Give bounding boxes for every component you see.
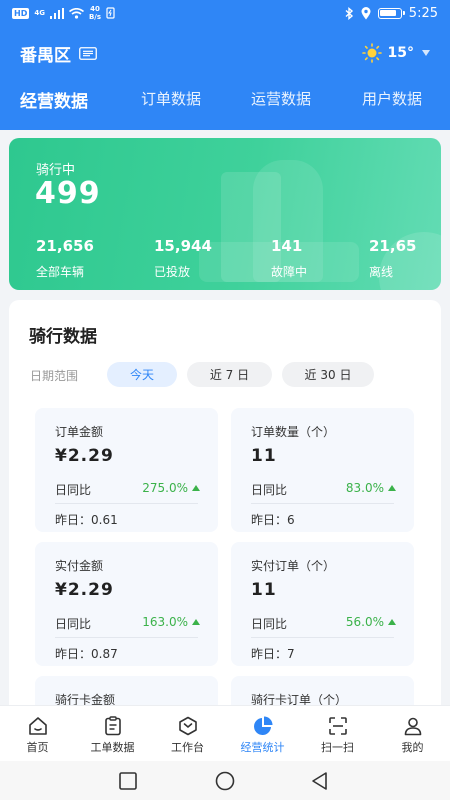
- location-icon: [361, 6, 371, 19]
- section-title: 骑行数据: [29, 327, 97, 347]
- tab-user-data[interactable]: 用户数据: [362, 88, 422, 109]
- nav-scan[interactable]: 扫一扫: [300, 706, 375, 762]
- stat-label: 全部车辆: [36, 265, 85, 279]
- nav-workbench[interactable]: 工作台: [150, 706, 225, 762]
- stat-all-vehicles[interactable]: 21,656 全部车辆: [36, 237, 94, 280]
- metric-value: 11: [251, 580, 277, 600]
- stat-deployed[interactable]: 15,944 已投放: [154, 237, 212, 280]
- nav-label: 经营统计: [240, 741, 285, 754]
- metric-label: 订单数量（个）: [251, 425, 336, 439]
- tab-operation-data[interactable]: 运营数据: [251, 88, 311, 109]
- riding-count: 499: [35, 176, 101, 211]
- divider: [251, 637, 394, 638]
- bottom-navigation: 首页 工单数据 工作台 经营统计 扫一扫 我的: [0, 705, 450, 761]
- app-header: HD 4G 40 B/s 5:25 番禺区 15° 经营数据 订单数据 运营数据…: [0, 0, 450, 130]
- arrow-up-icon: [192, 485, 200, 491]
- range-today-button[interactable]: 今天: [107, 362, 177, 387]
- nav-label: 我的: [401, 741, 424, 754]
- metric-paid-amount[interactable]: 实付金额 ¥2.29 日同比 163.0% 昨日：0.87: [35, 542, 218, 666]
- range-30-days-button[interactable]: 近 30 日: [282, 362, 374, 387]
- range-7-days-button[interactable]: 近 7 日: [187, 362, 272, 387]
- riding-summary-card: 骑行中 499 21,656 全部车辆 15,944 已投放 141 故障中 2…: [9, 138, 441, 290]
- arrow-up-icon: [192, 619, 200, 625]
- chevron-down-icon: [422, 50, 430, 56]
- sun-icon: [361, 43, 382, 63]
- metric-compare-label: 日同比: [251, 617, 288, 631]
- back-icon[interactable]: [309, 770, 331, 792]
- metric-label: 实付金额: [55, 559, 104, 573]
- wifi-icon: [68, 7, 84, 19]
- metric-compare-label: 日同比: [55, 617, 92, 631]
- top-tabs: 经营数据 订单数据 运营数据 用户数据: [0, 88, 450, 124]
- temperature: 15°: [387, 45, 414, 61]
- stat-label: 已投放: [154, 265, 191, 279]
- metric-previous: 昨日：7: [251, 647, 295, 661]
- metric-compare-value: 163.0%: [142, 615, 200, 629]
- metric-compare-value: 275.0%: [142, 481, 200, 495]
- metric-compare-value: 83.0%: [346, 481, 396, 495]
- nav-work-orders[interactable]: 工单数据: [75, 706, 150, 762]
- user-icon: [404, 717, 421, 736]
- metric-compare-label: 日同比: [55, 483, 92, 497]
- stat-value: 15,944: [154, 237, 212, 255]
- nav-business-stats[interactable]: 经营统计: [225, 706, 300, 762]
- metric-previous: 昨日：0.61: [55, 513, 118, 527]
- clipboard-icon: [104, 716, 121, 736]
- home-button-icon[interactable]: [214, 770, 236, 792]
- metric-paid-orders[interactable]: 实付订单（个） 11 日同比 56.0% 昨日：7: [231, 542, 414, 666]
- list-icon[interactable]: [79, 46, 97, 60]
- nav-home[interactable]: 首页: [0, 706, 75, 762]
- arrow-up-icon: [388, 485, 396, 491]
- stat-faulty[interactable]: 141 故障中: [271, 237, 307, 280]
- tab-business-data[interactable]: 经营数据: [20, 87, 88, 112]
- metric-previous: 昨日：6: [251, 513, 295, 527]
- status-bar: HD 4G 40 B/s 5:25: [0, 0, 450, 26]
- stat-value: 21,656: [36, 237, 94, 255]
- tab-order-data[interactable]: 订单数据: [141, 88, 201, 109]
- metric-order-amount[interactable]: 订单金额 ¥2.29 日同比 275.0% 昨日：0.61: [35, 408, 218, 532]
- scan-icon: [328, 717, 347, 735]
- divider: [251, 503, 394, 504]
- stat-value: 141: [271, 237, 303, 255]
- metric-value: 11: [251, 446, 277, 466]
- signal-icon: [49, 7, 64, 19]
- net-speed: 40 B/s: [88, 5, 102, 21]
- metric-label: 订单金额: [55, 425, 104, 439]
- stat-value: 21,65: [369, 237, 417, 255]
- stat-label: 离线: [369, 265, 394, 279]
- nav-label: 工作台: [171, 741, 204, 754]
- date-range-label: 日期范围: [30, 369, 79, 383]
- metric-value: ¥2.29: [55, 580, 114, 600]
- clock: 5:25: [408, 5, 438, 21]
- weather-widget[interactable]: 15°: [361, 43, 430, 63]
- network-type: 4G: [34, 9, 45, 17]
- nav-mine[interactable]: 我的: [375, 706, 450, 762]
- workbench-icon: [178, 716, 197, 736]
- metric-value: ¥2.29: [55, 446, 114, 466]
- metric-compare-value: 56.0%: [346, 615, 396, 629]
- divider: [55, 503, 198, 504]
- system-navigation-bar: [0, 761, 450, 800]
- arrow-up-icon: [388, 619, 396, 625]
- metric-order-count[interactable]: 订单数量（个） 11 日同比 83.0% 昨日：6: [231, 408, 414, 532]
- hd-badge: HD: [12, 7, 30, 19]
- nav-label: 工单数据: [90, 741, 135, 754]
- top-bar: 番禺区 15°: [0, 36, 450, 70]
- battery-icon: [377, 7, 405, 19]
- district-name[interactable]: 番禺区: [20, 41, 71, 66]
- nav-label: 首页: [26, 741, 49, 754]
- stat-offline[interactable]: 21,65 离线: [369, 237, 416, 280]
- divider: [55, 637, 198, 638]
- stat-label: 故障中: [271, 265, 308, 279]
- metric-compare-label: 日同比: [251, 483, 288, 497]
- bluetooth-icon: [345, 6, 353, 20]
- recent-apps-icon[interactable]: [117, 770, 139, 792]
- pie-chart-icon: [253, 716, 272, 735]
- ride-data-card: 骑行数据 日期范围 今天 近 7 日 近 30 日 订单金额 ¥2.29 日同比…: [9, 300, 441, 720]
- metric-previous: 昨日：0.87: [55, 647, 118, 661]
- metric-label: 实付订单（个）: [251, 559, 336, 573]
- nav-label: 扫一扫: [321, 741, 354, 754]
- home-icon: [28, 717, 47, 735]
- usb-icon: [106, 7, 115, 19]
